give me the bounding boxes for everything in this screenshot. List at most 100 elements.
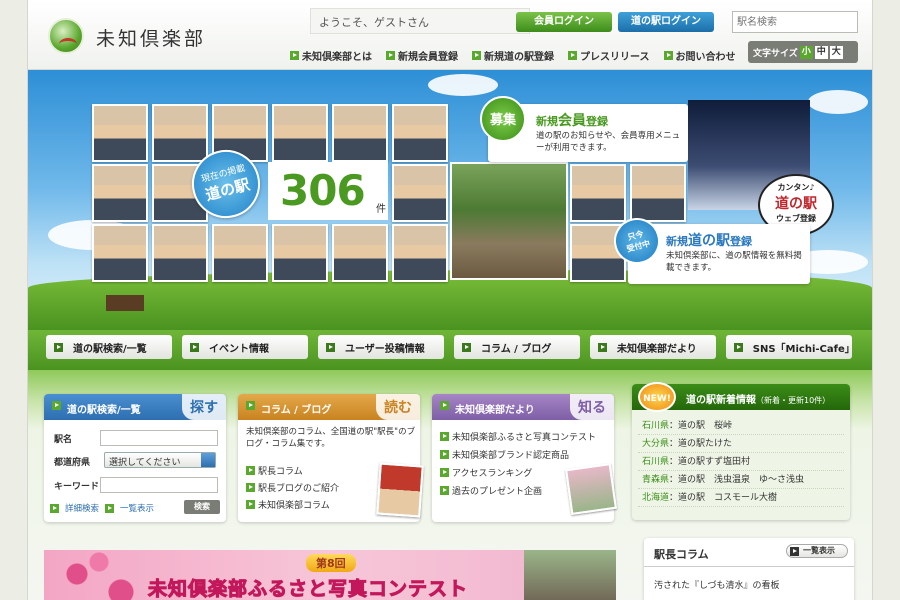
font-size-medium-button[interactable]: 中 (814, 45, 828, 59)
station-name-input[interactable] (100, 430, 218, 446)
blog-link[interactable]: 駅長コラム (246, 464, 303, 477)
station-login-button[interactable]: 道の駅ログイン (618, 12, 714, 32)
station-master-photo (392, 224, 448, 282)
station-master-photo (212, 224, 268, 282)
arrow-right-icon (734, 342, 743, 352)
font-size-small-button[interactable]: 小 (799, 45, 813, 59)
gnav-label: 未知倶楽部とは (302, 51, 372, 63)
station-search-input[interactable] (732, 11, 858, 33)
arrow-right-icon (52, 401, 61, 410)
station-master-column-box: 駅長コラム 一覧表示 汚された『しづも清水』の看板 (644, 538, 854, 600)
column-list-button[interactable]: 一覧表示 (786, 544, 848, 558)
news-item[interactable]: 青森県：道の駅 浅虫温泉 ゆ〜さ浅虫 (638, 472, 844, 489)
logo-mark-icon (48, 18, 84, 54)
arrow-right-icon (598, 342, 607, 352)
news-pref: 石川県 (642, 421, 670, 431)
gnav-press[interactable]: プレスリリース (568, 47, 650, 63)
blog-link-label: 駅長コラム (258, 467, 303, 477)
font-size-label: 文字サイズ (753, 48, 798, 59)
recruit-title-a: 新規 (536, 115, 558, 128)
station-master-photo (392, 104, 448, 162)
gnav-station-register[interactable]: 新規道の駅登録 (472, 47, 554, 63)
mainnav-events[interactable]: イベント情報 (182, 335, 308, 359)
blog-link-label: 駅長ブログのご紹介 (258, 484, 340, 494)
news-item[interactable]: 北海道：道の駅 コスモール大樹 (638, 490, 844, 507)
news-item[interactable]: 石川県：道の駅 桜峠 (638, 418, 844, 435)
mainnav-station-search[interactable]: 道の駅検索/一覧 (46, 335, 172, 359)
club-news-box: 未知倶楽部だより 知る 未知倶楽部ふるさと写真コンテスト 未知倶楽部ブランド認定… (432, 394, 617, 522)
mainnav-user-posts[interactable]: ユーザー投稿情報 (318, 335, 444, 359)
recruit-title: 新規会員登録 (536, 110, 608, 130)
cloud (428, 74, 498, 96)
station-master-photo (92, 164, 148, 222)
station-search-box: 道の駅検索/一覧 探す 駅名 都道府県 選択してください キーワード 詳細検索 … (44, 394, 226, 522)
station-photo-collage[interactable]: 306 件 現在の掲載 道の駅 募集 新規会員登録 道の駅のお知らせや、会員専用… (90, 96, 834, 286)
club-link-label: 過去のプレゼント企画 (452, 487, 543, 497)
station-master-photo (92, 224, 148, 282)
keyword-input[interactable] (100, 477, 218, 493)
gnav-contact[interactable]: お問い合わせ (663, 47, 736, 63)
prefecture-select-value: 選択してください (109, 458, 181, 468)
gnav-member-register[interactable]: 新規会員登録 (386, 47, 458, 63)
photo-contest-banner[interactable]: 第8回 未知倶楽部ふるさと写真コンテスト (44, 550, 616, 600)
arrow-right-icon (790, 547, 799, 556)
station-register-promo[interactable]: 只今 受付中 新規道の駅登録 未知倶楽部に、道の駅情報を無料掲載できます。 (608, 212, 810, 284)
mainnav-column-blog[interactable]: コラム / ブログ (454, 335, 580, 359)
contest-photo (524, 550, 616, 600)
mainnav-sns[interactable]: SNS「Michi-Cafe」 (726, 335, 855, 359)
contest-title: 未知倶楽部ふるさと写真コンテスト (147, 578, 469, 600)
blog-link[interactable]: 未知倶楽部コラム (246, 498, 330, 511)
blog-author-photo (376, 462, 424, 518)
club-link[interactable]: アクセスランキング (440, 466, 532, 479)
news-item[interactable]: 石川県：道の駅すず塩田村 (638, 454, 844, 471)
news-item[interactable]: 大分県：道の駅たけた (638, 436, 844, 453)
register-title-a: 新規 (666, 235, 688, 248)
club-link[interactable]: 未知倶楽部ふるさと写真コンテスト (440, 430, 596, 443)
gnav-about[interactable]: 未知倶楽部とは (290, 47, 372, 63)
cherry-blossom-photo (565, 463, 617, 515)
arrow-right-icon (246, 483, 255, 492)
arrow-right-icon (472, 50, 481, 60)
site-wrapper: 未知倶楽部 ようこそ、ゲストさん 会員ログイン 道の駅ログイン 未知倶楽部とは … (28, 0, 872, 600)
news-text: ：道の駅 桜峠 (669, 421, 733, 431)
mainnav-club-news[interactable]: 未知倶楽部だより (590, 335, 716, 359)
blog-description: 未知倶楽部のコラム、全国道の駅"駅長"のブログ・コラム集です。 (246, 427, 416, 449)
gnav-label: 新規道の駅登録 (484, 51, 554, 63)
arrow-right-icon (246, 466, 255, 475)
mainnav-label: 未知倶楽部だより (617, 343, 697, 355)
blog-box-tag: 読む (376, 394, 420, 420)
arrow-right-icon (462, 342, 471, 352)
prefecture-select[interactable]: 選択してください (104, 452, 216, 468)
arrow-right-icon (386, 50, 395, 60)
gnav-label: 新規会員登録 (398, 51, 458, 63)
search-button[interactable]: 検索 (184, 500, 220, 514)
news-text: ：道の駅たけた (669, 439, 733, 449)
detail-search-link[interactable]: 詳細検索 (65, 502, 99, 514)
register-title-b: 道の駅 (688, 233, 730, 249)
column-item[interactable]: 汚された『しづも清水』の看板 (654, 578, 779, 591)
list-view-link[interactable]: 一覧表示 (120, 502, 154, 514)
gnav-label: お問い合わせ (675, 51, 736, 63)
arrow-right-icon (440, 450, 449, 459)
station-master-photo (630, 164, 686, 222)
select-arrow-icon (201, 453, 215, 467)
member-register-promo[interactable]: 募集 新規会員登録 道の駅のお知らせや、会員専用メニューが利用できます。 (480, 96, 688, 162)
site-header: 未知倶楽部 ようこそ、ゲストさん 会員ログイン 道の駅ログイン 未知倶楽部とは … (28, 0, 872, 70)
pref-label: 都道府県 (54, 458, 91, 468)
keyword-label: キーワード (54, 482, 100, 492)
cloud (808, 90, 868, 114)
recruit-badge: 募集 (480, 96, 526, 142)
flower-decoration (44, 550, 154, 600)
site-logo[interactable]: 未知倶楽部 (48, 18, 238, 58)
arrow-right-icon (246, 401, 255, 410)
blog-link[interactable]: 駅長ブログのご紹介 (246, 481, 339, 494)
news-text: ：道の駅すず塩田村 (669, 457, 751, 467)
search-box-tag: 探す (182, 394, 226, 420)
recruit-title-c: 登録 (586, 115, 608, 128)
font-size-large-button[interactable]: 大 (829, 45, 843, 59)
member-login-button[interactable]: 会員ログイン (516, 12, 612, 32)
club-link[interactable]: 過去のプレゼント企画 (440, 484, 542, 497)
column-title: 駅長コラム (654, 548, 709, 561)
club-link[interactable]: 未知倶楽部ブランド認定商品 (440, 448, 569, 461)
club-link-label: 未知倶楽部ブランド認定商品 (452, 451, 570, 461)
